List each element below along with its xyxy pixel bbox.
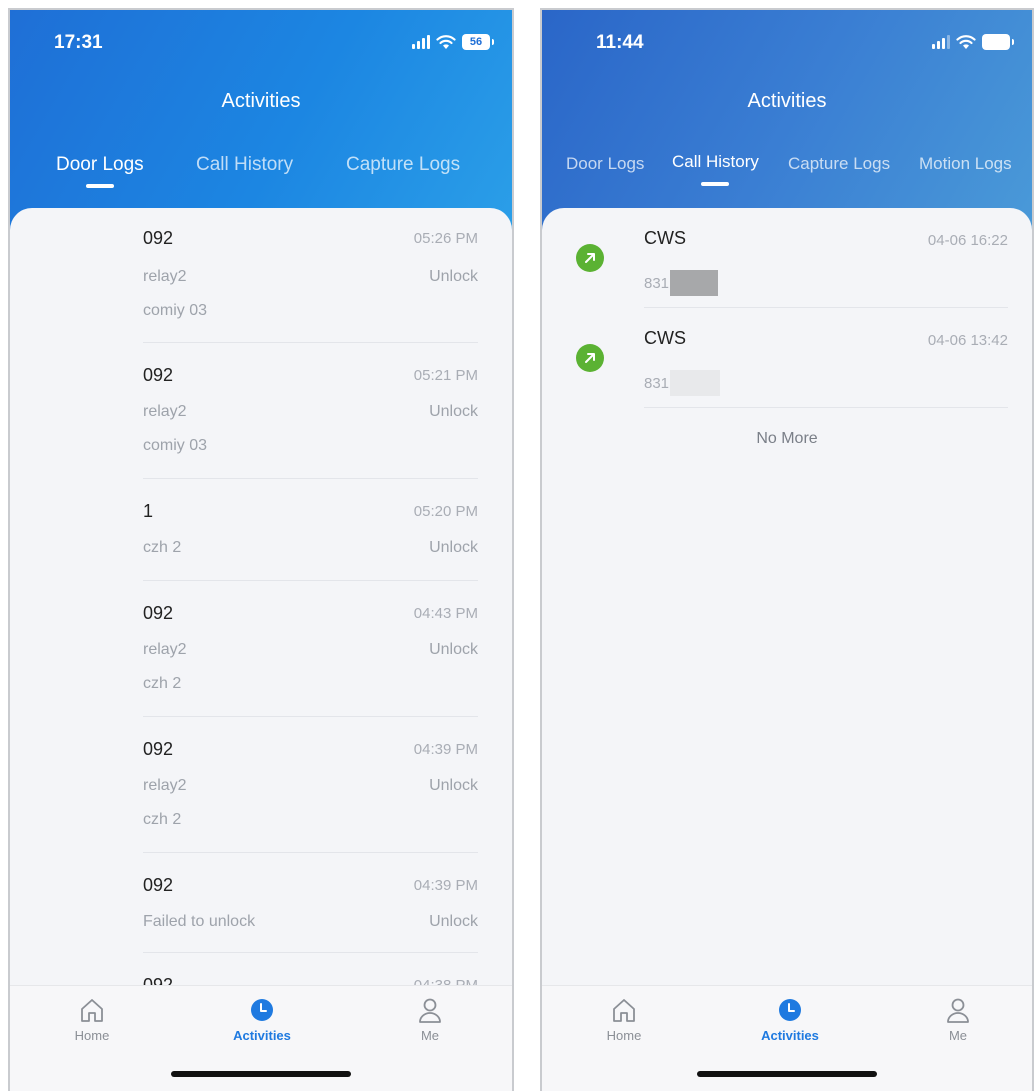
- redacted-block: [670, 270, 719, 296]
- list-item[interactable]: 092 04:39 PM Failed to unlock Unlock: [143, 853, 478, 953]
- door-logs-screen: 17:31 56 Activities Door Logs Call Histo…: [8, 8, 514, 1091]
- tab-indicator: [701, 182, 730, 186]
- tab-indicator: [85, 184, 114, 188]
- caller-name: CWS: [644, 228, 686, 248]
- list-item[interactable]: 092 05:21 PM relay2 Unlock comiy 03: [143, 343, 478, 479]
- log-time: 04:39 PM: [413, 741, 478, 758]
- log-user: comiy 03: [143, 437, 208, 454]
- log-time: 05:21 PM: [413, 367, 478, 384]
- log-user: comiy 03: [143, 302, 208, 319]
- log-user: czh 2: [143, 811, 182, 828]
- home-indicator: [697, 1071, 877, 1077]
- nav-home[interactable]: Home: [52, 996, 132, 1043]
- log-action: Unlock: [429, 641, 478, 658]
- bottom-nav: Home Activities Me: [542, 985, 1032, 1091]
- signal-icon: [412, 35, 430, 49]
- log-relay: relay2: [143, 268, 187, 285]
- list-item[interactable]: 092 05:26 PM relay2 Unlock comiy 03: [143, 208, 478, 343]
- log-time: 04:39 PM: [413, 877, 478, 894]
- call-time: 04-06 13:42: [927, 332, 1008, 349]
- bottom-nav: Home Activities Me: [10, 985, 512, 1091]
- log-status: Failed to unlock: [143, 913, 256, 930]
- log-action: Unlock: [429, 539, 478, 556]
- outgoing-call-icon: [576, 244, 604, 272]
- clock-icon: [251, 999, 273, 1021]
- log-device: 092: [143, 228, 174, 248]
- tab-bar: Door Logs Call History Capture Logs: [10, 154, 512, 198]
- header: 17:31 56 Activities Door Logs Call Histo…: [10, 10, 512, 240]
- end-of-list-label: No More: [756, 430, 818, 447]
- log-device: 092: [143, 603, 174, 623]
- nav-activities[interactable]: Activities: [222, 996, 302, 1043]
- tab-bar: Door Logs Call History Capture Logs Moti…: [542, 152, 1032, 198]
- tab-door-logs[interactable]: Door Logs: [566, 154, 644, 174]
- person-icon: [419, 998, 441, 1023]
- nav-activities[interactable]: Activities: [750, 996, 830, 1043]
- tab-call-history[interactable]: Call History: [196, 154, 293, 176]
- call-history-list[interactable]: CWS 04-06 16:22 831 CWS 04-06 13:42 831 …: [542, 208, 1032, 1091]
- nav-home[interactable]: Home: [584, 996, 664, 1043]
- nav-me[interactable]: Me: [390, 996, 470, 1043]
- list-item[interactable]: 092 04:43 PM relay2 Unlock czh 2: [143, 581, 478, 717]
- log-device: 092: [143, 365, 174, 385]
- home-indicator: [171, 1071, 351, 1077]
- log-time: 04:43 PM: [413, 605, 478, 622]
- log-device: 092: [143, 875, 174, 895]
- status-time: 17:31: [54, 32, 103, 53]
- tab-motion-logs[interactable]: Motion Logs: [919, 154, 1012, 174]
- log-action: Unlock: [429, 403, 478, 420]
- log-relay: relay2: [143, 641, 187, 658]
- page-title: Activities: [221, 90, 301, 112]
- log-relay: relay2: [143, 403, 187, 420]
- list-item[interactable]: 092 04:39 PM relay2 Unlock czh 2: [143, 717, 478, 853]
- call-time: 04-06 16:22: [927, 232, 1008, 249]
- log-user: czh 2: [143, 539, 182, 556]
- tab-capture-logs[interactable]: Capture Logs: [788, 154, 890, 174]
- log-device: 1: [143, 501, 154, 521]
- door-log-list[interactable]: 092 05:26 PM relay2 Unlock comiy 03 092 …: [10, 208, 512, 1091]
- log-user: czh 2: [143, 675, 182, 692]
- battery-icon: [982, 34, 1014, 50]
- log-time: 05:20 PM: [413, 503, 478, 520]
- caller-name: CWS: [644, 328, 686, 348]
- signal-icon: [932, 35, 950, 49]
- caller-number: 831: [644, 370, 721, 396]
- home-icon: [81, 999, 103, 1022]
- redacted-block: [670, 370, 721, 396]
- list-item[interactable]: CWS 04-06 13:42 831: [576, 308, 1008, 408]
- list-item[interactable]: 1 05:20 PM czh 2 Unlock: [143, 479, 478, 581]
- log-action: Unlock: [429, 913, 478, 930]
- header: 11:44 Activities Door Logs Call History …: [542, 10, 1032, 240]
- tab-door-logs[interactable]: Door Logs: [56, 154, 144, 188]
- nav-me[interactable]: Me: [918, 996, 998, 1043]
- tab-call-history[interactable]: Call History: [672, 152, 759, 186]
- log-action: Unlock: [429, 777, 478, 794]
- wifi-icon: [436, 35, 456, 49]
- wifi-icon: [956, 35, 976, 49]
- battery-icon: 56: [462, 34, 494, 50]
- page-title: Activities: [747, 90, 827, 112]
- tab-capture-logs[interactable]: Capture Logs: [346, 154, 460, 176]
- home-icon: [613, 999, 635, 1022]
- log-time: 05:26 PM: [413, 230, 478, 247]
- person-icon: [947, 998, 969, 1023]
- clock-icon: [779, 999, 801, 1021]
- log-device: 092: [143, 739, 174, 759]
- log-relay: relay2: [143, 777, 187, 794]
- list-item[interactable]: CWS 04-06 16:22 831: [576, 208, 1008, 308]
- status-icons: [932, 34, 1014, 50]
- status-icons: 56: [412, 34, 494, 50]
- log-action: Unlock: [429, 268, 478, 285]
- outgoing-call-icon: [576, 344, 604, 372]
- caller-number: 831: [644, 270, 719, 296]
- status-time: 11:44: [596, 32, 644, 53]
- call-history-screen: 11:44 Activities Door Logs Call History …: [540, 8, 1034, 1091]
